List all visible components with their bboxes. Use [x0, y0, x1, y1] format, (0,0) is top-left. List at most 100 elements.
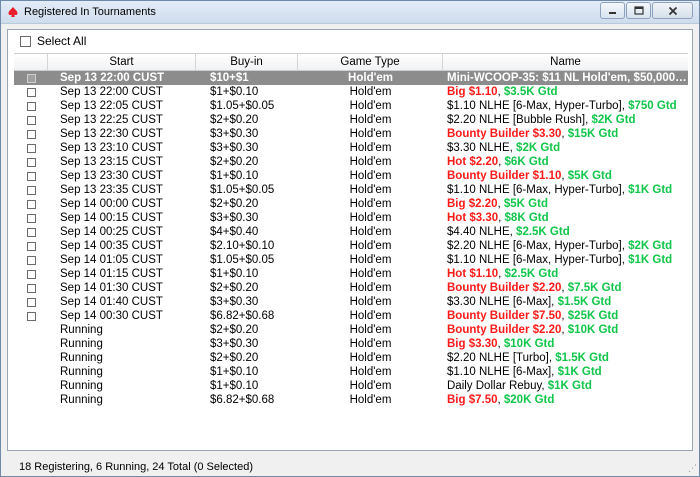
column-header-game-type[interactable]: Game Type	[298, 54, 443, 70]
row-checkbox[interactable]	[26, 213, 36, 223]
name-cell: Hot $1.10, $2.5K Gtd	[443, 267, 688, 281]
column-header-buyin[interactable]: Buy-in	[196, 54, 298, 70]
row-checkbox[interactable]	[26, 241, 36, 251]
name-cell: Big $7.50, $20K Gtd	[443, 393, 688, 407]
buyin-cell: $3+$0.30	[210, 296, 259, 308]
table-row[interactable]: Sep 14 00:15 CUST $3+$0.30 Hold'em Hot $3.3…	[14, 211, 688, 225]
promo-name-text: Bounty Builder $3.30	[447, 128, 562, 140]
row-checkbox-cell	[14, 99, 48, 113]
row-checkbox-cell	[14, 351, 48, 365]
guarantee-text: $10K Gtd	[503, 338, 555, 350]
row-checkbox[interactable]	[26, 115, 36, 125]
table-row[interactable]: Sep 14 01:05 CUST $1.05+$0.05 Hold'em $1.10…	[14, 253, 688, 267]
row-checkbox[interactable]	[26, 283, 36, 293]
game-type-cell: Hold'em	[349, 380, 392, 392]
game-type-cell: Hold'em	[349, 310, 392, 322]
table-row[interactable]: Sep 13 22:25 CUST $2+$0.20 Hold'em $2.20 NL…	[14, 113, 688, 127]
select-all[interactable]: Select All	[20, 34, 86, 48]
table-row[interactable]: Sep 14 00:30 CUST $6.82+$0.68 Hold'em Bount…	[14, 309, 688, 323]
minimize-button[interactable]	[600, 2, 625, 19]
table-row[interactable]: Sep 14 00:25 CUST $4+$0.40 Hold'em $4.40 NL…	[14, 225, 688, 239]
table-row[interactable]: Running $1+$0.10 Hold'em Daily Dollar Rebuy…	[14, 379, 688, 393]
title-bar[interactable]: Registered In Tournaments	[1, 1, 699, 24]
table-row[interactable]: Running $1+$0.10 Hold'em $1.10 NLHE [6-Max]…	[14, 365, 688, 379]
row-checkbox[interactable]	[26, 143, 36, 153]
start-cell: Sep 14 00:25 CUST	[60, 226, 163, 238]
row-checkbox[interactable]	[26, 255, 36, 265]
column-header-name[interactable]: Name	[443, 54, 688, 70]
row-checkbox[interactable]	[26, 269, 36, 279]
game-type-cell: Hold'em	[349, 212, 392, 224]
guarantee-text: $2K Gtd	[591, 114, 636, 126]
table-row[interactable]: Sep 14 00:00 CUST $2+$0.20 Hold'em Big $2.2…	[14, 197, 688, 211]
row-checkbox[interactable]	[26, 199, 36, 209]
row-checkbox[interactable]	[26, 157, 36, 167]
window-title: Registered In Tournaments	[24, 6, 156, 18]
table-row[interactable]: Running $6.82+$0.68 Hold'em Big $7.50, $20K…	[14, 393, 688, 407]
row-checkbox-cell	[14, 71, 48, 85]
row-checkbox[interactable]	[26, 311, 36, 321]
row-checkbox-cell	[14, 323, 48, 337]
close-button[interactable]	[652, 2, 693, 19]
buyin-cell: $1.05+$0.05	[210, 254, 275, 266]
table-row[interactable]: Running $3+$0.30 Hold'em Big $3.30, $10K Gt…	[14, 337, 688, 351]
name-text: $1.10 NLHE [6-Max, Hyper-Turbo],	[447, 100, 629, 112]
promo-name-text: Bounty Builder $1.10	[447, 170, 562, 182]
row-checkbox[interactable]	[26, 227, 36, 237]
table-row[interactable]: Sep 13 22:00 CUST $10+$1 Hold'em Mini-WCOOP…	[14, 71, 688, 85]
name-cell: Bounty Builder $7.50, $25K Gtd	[443, 309, 688, 323]
start-cell: Running	[60, 338, 103, 350]
maximize-button[interactable]	[626, 2, 651, 19]
row-checkbox-cell	[14, 85, 48, 99]
row-checkbox[interactable]	[26, 87, 36, 97]
start-cell: Running	[60, 324, 103, 336]
start-cell: Running	[60, 352, 103, 364]
table-row[interactable]: Running $2+$0.20 Hold'em $2.20 NLHE [Turbo]…	[14, 351, 688, 365]
status-bar: 18 Registering, 6 Running, 24 Total (0 S…	[19, 461, 253, 473]
row-checkbox-cell	[14, 183, 48, 197]
row-checkbox[interactable]	[26, 171, 36, 181]
buyin-cell: $2+$0.20	[210, 156, 259, 168]
start-cell: Running	[60, 366, 103, 378]
guarantee-text: $1K Gtd	[628, 184, 673, 196]
row-checkbox[interactable]	[26, 297, 36, 307]
guarantee-text: $25K Gtd	[567, 310, 619, 322]
resize-grip[interactable]: ⋰	[688, 464, 697, 474]
minimize-icon	[609, 12, 616, 14]
promo-name-text: Bounty Builder $7.50	[447, 310, 562, 322]
game-type-cell: Hold'em	[349, 114, 392, 126]
table-row[interactable]: Sep 14 01:40 CUST $3+$0.30 Hold'em $3.30 NL…	[14, 295, 688, 309]
row-checkbox-cell	[14, 169, 48, 183]
row-checkbox[interactable]	[26, 129, 36, 139]
row-checkbox[interactable]	[26, 185, 36, 195]
buyin-cell: $6.82+$0.68	[210, 394, 275, 406]
game-type-cell: Hold'em	[349, 324, 392, 336]
table-row[interactable]: Sep 13 22:30 CUST $3+$0.30 Hold'em Bounty B…	[14, 127, 688, 141]
table-row[interactable]: Sep 13 23:35 CUST $1.05+$0.05 Hold'em $1.10…	[14, 183, 688, 197]
buyin-cell: $2+$0.20	[210, 114, 259, 126]
table-row[interactable]: Sep 13 23:10 CUST $3+$0.30 Hold'em $3.30 NL…	[14, 141, 688, 155]
column-header-start[interactable]: Start	[48, 54, 196, 70]
name-cell: $1.10 NLHE [6-Max], $1K Gtd	[443, 365, 688, 379]
table-row[interactable]: Sep 13 22:00 CUST $1+$0.10 Hold'em Big $1.1…	[14, 85, 688, 99]
game-type-cell: Hold'em	[349, 352, 392, 364]
table-row[interactable]: Running $2+$0.20 Hold'em Bounty Builder $2.…	[14, 323, 688, 337]
table-row[interactable]: Sep 13 22:05 CUST $1.05+$0.05 Hold'em $1.10…	[14, 99, 688, 113]
start-cell: Sep 14 01:30 CUST	[60, 282, 163, 294]
table-row[interactable]: Sep 13 23:30 CUST $1+$0.10 Hold'em Bounty B…	[14, 169, 688, 183]
start-cell: Sep 14 00:15 CUST	[60, 212, 163, 224]
game-type-cell: Hold'em	[349, 142, 392, 154]
select-all-checkbox[interactable]	[20, 35, 31, 47]
game-type-cell: Hold'em	[349, 254, 392, 266]
column-header-checkbox[interactable]	[14, 54, 48, 70]
table-row[interactable]: Sep 13 23:15 CUST $2+$0.20 Hold'em Hot $2.2…	[14, 155, 688, 169]
table-row[interactable]: Sep 14 01:15 CUST $1+$0.10 Hold'em Hot $1.1…	[14, 267, 688, 281]
guarantee-text: $2.5K Gtd	[504, 268, 559, 280]
buyin-cell: $3+$0.30	[210, 142, 259, 154]
row-checkbox[interactable]	[26, 73, 36, 83]
row-checkbox[interactable]	[26, 101, 36, 111]
pokerstars-spade-icon	[8, 7, 18, 17]
table-row[interactable]: Sep 14 00:35 CUST $2.10+$0.10 Hold'em $2.20…	[14, 239, 688, 253]
table-row[interactable]: Sep 14 01:30 CUST $2+$0.20 Hold'em Bounty B…	[14, 281, 688, 295]
row-checkbox-cell	[14, 211, 48, 225]
